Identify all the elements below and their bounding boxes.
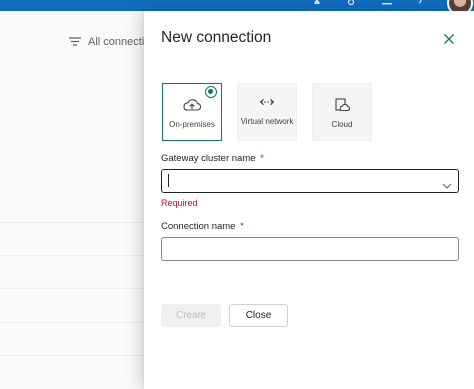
connection-type-cloud[interactable]: Cloud bbox=[312, 83, 372, 141]
connection-name-label-text: Connection name bbox=[161, 221, 236, 232]
text-caret bbox=[168, 174, 169, 187]
gateway-cluster-label: Gateway cluster name * bbox=[161, 153, 264, 164]
selected-radio-indicator bbox=[205, 86, 217, 98]
list-divider bbox=[0, 288, 145, 289]
gateway-cluster-select[interactable] bbox=[161, 169, 459, 193]
connection-name-input[interactable] bbox=[161, 237, 459, 261]
chevron-down-icon[interactable] bbox=[442, 177, 452, 189]
arrows-left-right-icon bbox=[257, 95, 277, 109]
dismiss-icon[interactable] bbox=[441, 31, 457, 47]
cloud-document-icon bbox=[332, 98, 352, 112]
close-button[interactable]: Close bbox=[229, 304, 288, 327]
list-divider bbox=[0, 322, 145, 323]
bell-icon[interactable] bbox=[313, 0, 323, 7]
panel-title: New connection bbox=[161, 29, 272, 46]
top-app-bar bbox=[0, 0, 474, 16]
gateway-cluster-label-text: Gateway cluster name bbox=[161, 153, 256, 164]
required-mark: * bbox=[240, 221, 244, 232]
tile-label: On-premises bbox=[169, 120, 215, 129]
list-divider bbox=[0, 222, 145, 223]
gateway-error-message: Required bbox=[161, 198, 198, 208]
download-icon[interactable] bbox=[382, 0, 392, 7]
new-connection-panel: New connection On-premises Virtual netwo… bbox=[144, 11, 474, 389]
connections-filter[interactable]: All connectio bbox=[68, 30, 151, 54]
cloud-upload-icon bbox=[182, 98, 202, 112]
connection-type-on-premises[interactable]: On-premises bbox=[162, 83, 222, 141]
gear-icon[interactable] bbox=[347, 0, 357, 7]
list-divider bbox=[0, 355, 145, 356]
tile-label: Virtual network bbox=[240, 117, 294, 126]
list-divider bbox=[0, 255, 145, 256]
required-mark: * bbox=[260, 153, 264, 164]
connection-name-label: Connection name * bbox=[161, 221, 244, 232]
help-icon[interactable] bbox=[415, 0, 425, 7]
create-button[interactable]: Create bbox=[161, 304, 221, 327]
filter-icon bbox=[68, 35, 82, 49]
tile-label: Cloud bbox=[331, 120, 353, 129]
connection-type-virtual-network[interactable]: Virtual network bbox=[237, 83, 297, 141]
filter-label: All connectio bbox=[88, 36, 151, 48]
